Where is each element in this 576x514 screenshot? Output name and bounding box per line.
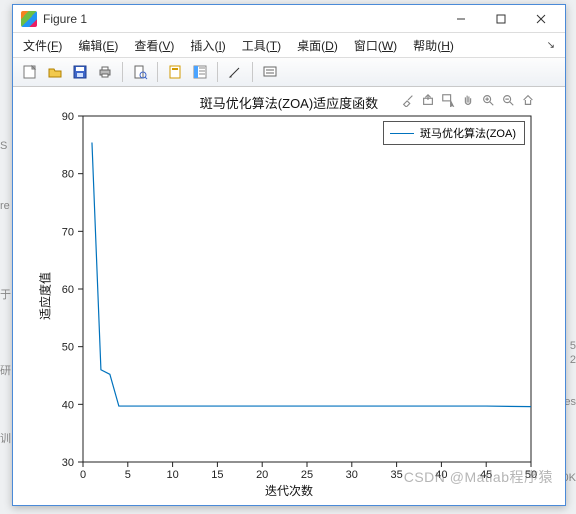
axes-area[interactable]: 斑马优化算法(ZOA)适应度函数 30405060708090 05101520… [13, 87, 565, 505]
svg-text:50: 50 [62, 342, 74, 354]
svg-text:80: 80 [62, 169, 74, 181]
insert-colorbar-button[interactable] [189, 61, 211, 83]
open-button[interactable] [44, 61, 66, 83]
svg-text:35: 35 [390, 469, 402, 481]
svg-text:60: 60 [62, 284, 74, 296]
print-preview-button[interactable] [129, 61, 151, 83]
svg-text:30: 30 [346, 469, 358, 481]
svg-text:20: 20 [256, 469, 268, 481]
menu-edit[interactable]: 编辑(E) [72, 35, 124, 56]
figure-toolbar [13, 57, 565, 87]
menubar: 文件(F) 编辑(E) 查看(V) 插入(I) 工具(T) 桌面(D) 窗口(W… [13, 33, 565, 57]
svg-text:40: 40 [62, 399, 74, 411]
maximize-button[interactable] [481, 7, 521, 31]
new-figure-button[interactable] [19, 61, 41, 83]
menubar-overflow-icon[interactable]: ↘ [541, 40, 561, 51]
window-title: Figure 1 [43, 12, 441, 26]
titlebar: Figure 1 [13, 5, 565, 33]
svg-text:50: 50 [525, 469, 537, 481]
menu-desktop[interactable]: 桌面(D) [291, 35, 344, 56]
menu-window[interactable]: 窗口(W) [348, 35, 403, 56]
toolbar-separator [217, 62, 218, 82]
toolbar-separator [157, 62, 158, 82]
svg-text:25: 25 [301, 469, 313, 481]
menu-view[interactable]: 查看(V) [128, 35, 180, 56]
svg-text:10: 10 [166, 469, 178, 481]
matlab-logo-icon [21, 11, 37, 27]
figure-window: Figure 1 文件(F) 编辑(E) 查看(V) 插入(I) 工具(T) 桌… [12, 4, 566, 506]
link-button[interactable] [164, 61, 186, 83]
svg-text:40: 40 [435, 469, 447, 481]
svg-text:30: 30 [62, 457, 74, 469]
svg-text:70: 70 [62, 226, 74, 238]
print-button[interactable] [94, 61, 116, 83]
menu-insert[interactable]: 插入(I) [184, 35, 231, 56]
svg-text:15: 15 [211, 469, 223, 481]
toolbar-separator [252, 62, 253, 82]
menu-tools[interactable]: 工具(T) [236, 35, 287, 56]
data-tips-button[interactable] [259, 61, 281, 83]
chart-svg: 30 40 50 60 70 80 90 0 5 10 15 20 25 30 35 40 45 50 [13, 87, 565, 505]
y-axis-label: 适应度值 [37, 272, 54, 320]
x-axis-label: 迭代次数 [13, 482, 565, 499]
svg-text:0: 0 [80, 469, 86, 481]
svg-text:5: 5 [125, 469, 131, 481]
save-button[interactable] [69, 61, 91, 83]
legend[interactable]: 斑马优化算法(ZOA) [383, 121, 525, 145]
toolbar-separator [122, 62, 123, 82]
edit-plot-button[interactable] [224, 61, 246, 83]
minimize-button[interactable] [441, 7, 481, 31]
legend-line-icon [390, 133, 414, 134]
menu-file[interactable]: 文件(F) [17, 35, 68, 56]
svg-text:90: 90 [62, 111, 74, 123]
legend-entry-label: 斑马优化算法(ZOA) [420, 125, 516, 141]
svg-text:45: 45 [480, 469, 492, 481]
close-button[interactable] [521, 7, 561, 31]
menu-help[interactable]: 帮助(H) [407, 35, 460, 56]
